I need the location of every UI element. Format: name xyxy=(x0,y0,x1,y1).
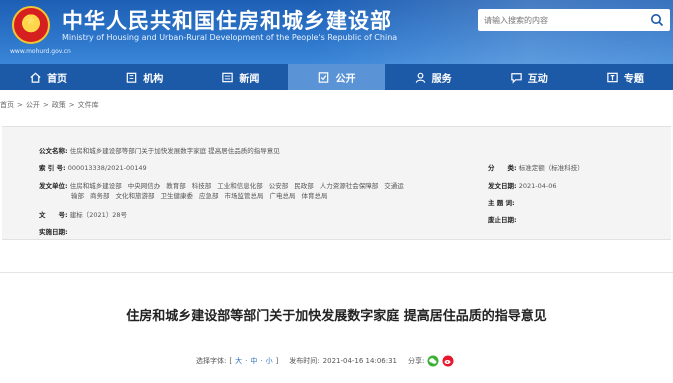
info-issue-date-value: 2021-04-06 xyxy=(518,182,557,190)
info-index-label: 索 引 号: xyxy=(39,164,66,172)
nav-item-service[interactable]: 服务 xyxy=(385,64,481,90)
info-index-value: 000013338/2021-00149 xyxy=(67,164,147,172)
issuer-org: 住房和城乡建设部 xyxy=(69,182,122,190)
open-icon xyxy=(319,71,329,83)
font-medium-button[interactable]: 中 xyxy=(250,356,257,366)
wechat-icon[interactable] xyxy=(427,355,439,367)
nav-item-open[interactable]: 公开 xyxy=(288,64,385,90)
chat-icon xyxy=(511,72,522,84)
info-title-label: 公文名称: xyxy=(39,147,68,155)
info-issuer-row: 发文单位: 住房和城乡建设部 中央网信办 教育部 科技部 工业和信息化部 公安部 民政部 人力… xyxy=(39,180,410,190)
nav-item-organization[interactable]: 机构 xyxy=(96,64,192,90)
search-icon[interactable] xyxy=(650,13,664,27)
info-title-value: 住房和城乡建设部等部门关于加快发展数字家庭 提高居住品质的指导意见 xyxy=(69,147,280,155)
breadcrumb-separator: > xyxy=(42,101,49,109)
info-topic-row: 主 题 词: xyxy=(488,197,515,207)
issuer-org: 商务部 xyxy=(90,192,110,200)
breadcrumb-home[interactable]: 首页 xyxy=(0,101,14,109)
issuer-org: 交通运 xyxy=(384,182,404,190)
article-headline: 住房和城乡建设部等部门关于加快发展数字家庭 提高居住品质的指导意见 xyxy=(126,309,547,324)
building-icon xyxy=(126,72,137,83)
info-issue-date-label: 发文日期: xyxy=(488,182,517,190)
search-input[interactable] xyxy=(484,12,644,28)
search-box xyxy=(478,9,670,31)
issuer-org: 教育部 xyxy=(166,182,186,190)
issuer-org: 文化和旅游部 xyxy=(115,192,155,200)
main-nav: 首页 机构 新闻 公开 服务 互动 专题 xyxy=(0,64,673,90)
site-subtitle: Ministry of Housing and Urban-Rural Deve… xyxy=(62,33,398,42)
info-effective-row: 实施日期: xyxy=(39,226,68,236)
nav-label: 新闻 xyxy=(239,73,260,85)
nav-item-interaction[interactable]: 互动 xyxy=(481,64,577,90)
issuer-org: 中央网信办 xyxy=(127,182,161,190)
issuer-org: 民政部 xyxy=(294,182,314,190)
info-doc-no-value: 建标〔2021〕28号 xyxy=(69,211,128,219)
issuer-org: 应急部 xyxy=(199,192,219,200)
issuer-org: 市场监管总局 xyxy=(224,192,264,200)
breadcrumb-separator: > xyxy=(17,101,23,109)
info-category-label: 分 类: xyxy=(488,164,517,172)
issuer-org: 人力资源社会保障部 xyxy=(319,182,379,190)
service-icon xyxy=(415,72,425,83)
font-large-button[interactable]: 大 xyxy=(235,356,242,366)
site-header: ★ 中华人民共和国住房和城乡建设部 Ministry of Housing an… xyxy=(0,0,673,64)
topic-icon xyxy=(607,72,618,82)
issuer-org: 公安部 xyxy=(268,182,289,190)
nav-item-news[interactable]: 新闻 xyxy=(192,64,288,90)
weibo-icon[interactable] xyxy=(442,355,454,367)
breadcrumb: 首页 > 公开 > 政策 > 文件库 xyxy=(0,100,102,110)
share-label: 分享: xyxy=(408,357,425,365)
article-toolbar: 选择字体: [ 大 · 中 · 小 ] 发布时间: 2021-04-16 14:… xyxy=(196,355,454,367)
page: ★ 中华人民共和国住房和城乡建设部 Ministry of Housing an… xyxy=(0,0,673,383)
font-small-button[interactable]: 小 xyxy=(266,356,273,366)
national-emblem-icon: ★ xyxy=(12,6,50,44)
info-issuer-row-2: 输部 商务部 文化和旅游部 卫生健康委 应急部 市场监管总局 广电总局 体育总局 xyxy=(71,190,334,200)
issuer-org: 体育总局 xyxy=(301,192,328,200)
site-url: www.mohurd.gov.cn xyxy=(10,48,71,55)
info-title-row: 公文名称: 住房和城乡建设部等部门关于加快发展数字家庭 提高居住品质的指导意见 xyxy=(39,145,280,155)
issuer-org: 工业和信息化部 xyxy=(217,182,263,190)
font-size-label: 选择字体: xyxy=(196,357,227,365)
issuer-org: 广电总局 xyxy=(269,192,296,200)
nav-label: 首页 xyxy=(47,73,68,85)
issuer-org: 输部 xyxy=(71,192,84,200)
nav-label: 互动 xyxy=(527,73,548,85)
breadcrumb-open[interactable]: 公开 xyxy=(26,101,40,109)
info-doc-no-row: 文 号: 建标〔2021〕28号 xyxy=(39,209,127,219)
nav-item-topic[interactable]: 专题 xyxy=(577,64,673,90)
issuer-org: 科技部 xyxy=(191,182,212,190)
nav-label: 机构 xyxy=(143,73,164,85)
issuer-org: 卫生健康委 xyxy=(160,192,194,200)
info-doc-no-label: 文 号: xyxy=(39,211,68,219)
section-divider xyxy=(0,272,673,273)
info-category-row: 分 类: 标准定额（标准科技） xyxy=(488,162,584,172)
news-icon xyxy=(222,72,234,82)
site-title[interactable]: 中华人民共和国住房和城乡建设部 xyxy=(62,5,392,35)
nav-label: 专题 xyxy=(623,73,644,85)
home-icon xyxy=(30,72,41,83)
document-info-box: 公文名称: 住房和城乡建设部等部门关于加快发展数字家庭 提高居住品质的指导意见 … xyxy=(2,126,671,240)
breadcrumb-separator: > xyxy=(68,101,75,109)
info-topic-label: 主 题 词: xyxy=(488,199,515,207)
publish-time: 2021-04-16 14:06:31 xyxy=(322,357,398,365)
info-issue-date-row: 发文日期: 2021-04-06 xyxy=(488,180,556,190)
info-index-row: 索 引 号: 000013338/2021-00149 xyxy=(39,162,147,172)
info-issuer-label: 发文单位: xyxy=(39,182,68,190)
nav-label: 公开 xyxy=(335,73,356,85)
info-effective-label: 实施日期: xyxy=(39,228,68,236)
nav-label: 服务 xyxy=(431,73,452,85)
breadcrumb-policy[interactable]: 政策 xyxy=(52,101,66,109)
info-expire-row: 废止日期: xyxy=(488,214,517,224)
info-expire-label: 废止日期: xyxy=(488,216,517,224)
publish-label: 发布时间: xyxy=(289,357,320,365)
nav-item-home[interactable]: 首页 xyxy=(0,64,96,90)
breadcrumb-library[interactable]: 文件库 xyxy=(78,101,99,109)
info-category-value: 标准定额（标准科技） xyxy=(518,164,584,172)
